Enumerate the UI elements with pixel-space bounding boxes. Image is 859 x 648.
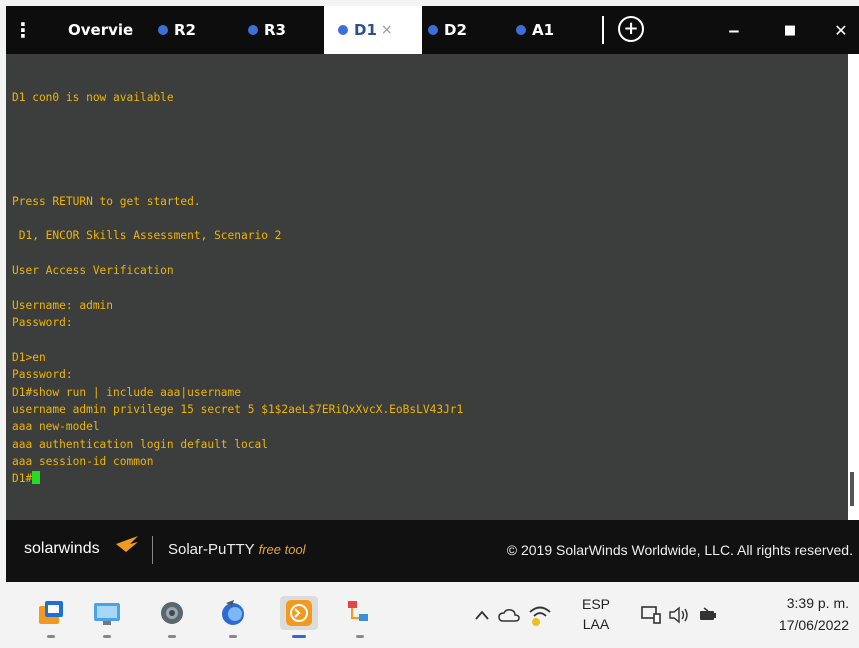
tab-label: D2 bbox=[444, 21, 467, 39]
terminal-line: Username: admin bbox=[12, 298, 114, 312]
product-name: Solar-PuTTY free tool bbox=[168, 541, 306, 558]
terminal-line: D1#show run | include aaa|username bbox=[12, 385, 242, 399]
chevron-up-icon[interactable] bbox=[474, 609, 490, 621]
terminal-line: aaa session-id common bbox=[12, 454, 154, 468]
app-footer: solarwinds Solar-PuTTY free tool © 2019 … bbox=[6, 520, 859, 582]
tab-label: R2 bbox=[174, 21, 196, 39]
clock-date: 17/06/2022 bbox=[778, 617, 849, 633]
status-dot-icon bbox=[428, 25, 438, 35]
solar-putty-icon[interactable] bbox=[280, 596, 318, 638]
terminal-line: aaa authentication login default local bbox=[12, 437, 268, 451]
language-indicator[interactable]: ESP LAA bbox=[582, 594, 610, 634]
system-tray bbox=[474, 582, 574, 648]
remote-desktop-icon[interactable] bbox=[90, 596, 124, 638]
running-indicator bbox=[168, 635, 176, 638]
cloud-icon[interactable] bbox=[498, 608, 520, 622]
tab-a1[interactable]: A1 bbox=[516, 6, 586, 54]
tab-d1[interactable]: D1 × bbox=[324, 6, 422, 54]
tab-overview[interactable]: Overvie bbox=[68, 6, 146, 54]
tab-d2[interactable]: D2 bbox=[428, 6, 498, 54]
terminal-line: D1 con0 is now available bbox=[12, 90, 174, 104]
status-dot-icon bbox=[158, 25, 168, 35]
running-indicator bbox=[103, 635, 111, 638]
scrollbar-thumb[interactable] bbox=[850, 472, 854, 506]
terminal-prompt: D1# bbox=[12, 472, 33, 486]
minimize-icon[interactable]: ‒ bbox=[714, 6, 754, 54]
battery-icon[interactable] bbox=[698, 607, 718, 623]
tab-bar: ⋮ Overvie R2 R3 D1 × D2 A1 + ‒ ■ ✕ bbox=[6, 6, 859, 54]
running-indicator bbox=[229, 635, 237, 638]
active-indicator bbox=[292, 635, 306, 638]
wifi-warning-icon[interactable] bbox=[528, 604, 552, 626]
network-diagram-icon[interactable] bbox=[343, 596, 377, 638]
task-view-icon[interactable] bbox=[34, 596, 68, 638]
tab-r2[interactable]: R2 bbox=[158, 6, 228, 54]
tab-label: Overvie bbox=[68, 21, 134, 39]
terminal-line: Press RETURN to get started. bbox=[12, 194, 201, 208]
solarwinds-bird-icon bbox=[116, 536, 138, 552]
status-dot-icon bbox=[516, 25, 526, 35]
close-tab-icon[interactable]: × bbox=[381, 22, 393, 38]
terminal-output: D1 con0 is now available Press RETURN to… bbox=[12, 54, 463, 488]
menu-icon[interactable]: ⋮ bbox=[6, 6, 40, 54]
running-indicator bbox=[356, 635, 364, 638]
clock-time: 3:39 p. m. bbox=[786, 595, 849, 611]
eclipse-browser-icon[interactable] bbox=[216, 596, 250, 638]
tab-divider bbox=[602, 16, 604, 44]
brand-logo: solarwinds bbox=[24, 540, 100, 557]
close-window-icon[interactable]: ✕ bbox=[821, 6, 859, 54]
footer-divider bbox=[152, 536, 153, 564]
terminal-scrollbar[interactable] bbox=[848, 54, 859, 520]
tray-status-icons bbox=[640, 582, 740, 648]
tab-r3[interactable]: R3 bbox=[248, 6, 318, 54]
tab-label: A1 bbox=[532, 21, 555, 39]
terminal-line: D1>en bbox=[12, 350, 46, 364]
system-clock[interactable]: 3:39 p. m. 17/06/2022 bbox=[779, 592, 849, 636]
windows-taskbar: ESP LAA 3:39 p. m. 17/06/2022 bbox=[0, 582, 859, 648]
terminal-cursor bbox=[32, 471, 41, 485]
add-tab-icon[interactable]: + bbox=[618, 16, 644, 42]
maximize-icon[interactable]: ■ bbox=[770, 6, 810, 54]
copyright-text: © 2019 SolarWinds Worldwide, LLC. All ri… bbox=[506, 542, 853, 558]
terminal-line: User Access Verification bbox=[12, 264, 174, 278]
product-label: Solar-PuTTY bbox=[168, 541, 255, 558]
status-dot-icon bbox=[338, 25, 348, 35]
language-code: ESP bbox=[582, 596, 611, 612]
status-dot-icon bbox=[248, 25, 258, 35]
terminal-line: username admin privilege 15 secret 5 $1$… bbox=[12, 402, 464, 416]
terminal-line: D1, ENCOR Skills Assessment, Scenario 2 bbox=[18, 229, 282, 243]
display-icon[interactable] bbox=[640, 605, 662, 625]
terminal-line: Password: bbox=[12, 368, 73, 382]
settings-gear-icon[interactable] bbox=[155, 596, 189, 638]
terminal-line: aaa new-model bbox=[12, 420, 100, 434]
product-tag: free tool bbox=[258, 542, 306, 557]
tab-label: D1 bbox=[354, 21, 377, 39]
speaker-icon[interactable] bbox=[668, 606, 692, 624]
running-indicator bbox=[47, 635, 55, 638]
keyboard-layout: LAA bbox=[582, 616, 610, 632]
tab-label: R3 bbox=[264, 21, 286, 39]
terminal-pane[interactable]: D1 con0 is now available Press RETURN to… bbox=[6, 54, 848, 520]
terminal-line: Password: bbox=[12, 316, 73, 330]
